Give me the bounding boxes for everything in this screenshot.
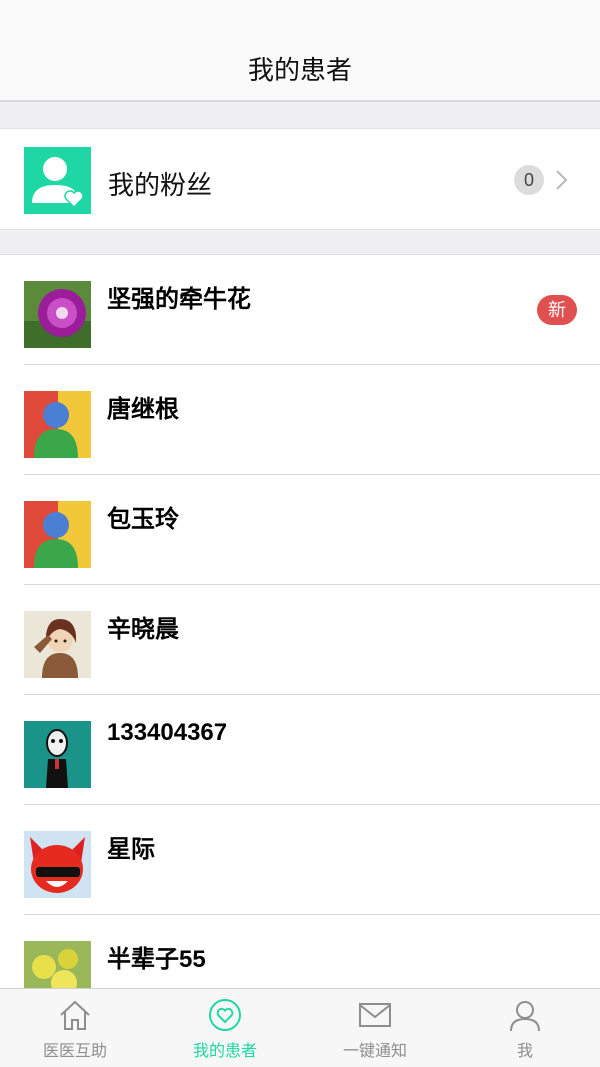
tab-me[interactable]: 我	[450, 989, 600, 1067]
default-user-avatar-icon	[24, 501, 91, 568]
red-fox-avatar-icon	[24, 831, 91, 898]
patient-row[interactable]: 坚强的牵牛花 新	[0, 255, 600, 365]
person-icon	[510, 1001, 540, 1032]
chevron-right-icon	[556, 170, 568, 190]
patient-row[interactable]: 星际	[0, 805, 600, 915]
patient-name: 辛晓晨	[107, 616, 179, 643]
tab-label: 一键通知	[342, 1043, 407, 1060]
fans-count-badge: 0	[514, 165, 544, 195]
yellow-flowers-photo-icon	[24, 941, 91, 988]
patient-name: 唐继根	[107, 396, 179, 423]
navigation-bar: 我的患者	[0, 0, 600, 102]
fans-icon	[24, 147, 91, 214]
default-user-avatar-icon	[24, 391, 91, 458]
tab-one-click-notify[interactable]: 一键通知	[300, 989, 450, 1067]
page-title: 我的患者	[247, 55, 352, 85]
patient-row[interactable]: 包玉玲	[0, 475, 600, 585]
heart-circle-icon	[209, 999, 241, 1031]
tab-label: 我的患者	[192, 1043, 257, 1060]
patient-row[interactable]: 辛晓晨	[0, 585, 600, 695]
patient-name: 坚强的牵牛花	[107, 286, 251, 313]
patient-name: 半辈子55	[107, 946, 206, 973]
tab-my-patients[interactable]: 我的患者	[150, 989, 300, 1067]
patient-row[interactable]: 唐继根	[0, 365, 600, 475]
patient-list[interactable]: 坚强的牵牛花 新 唐继根 包玉玲 辛晓晨 133404367 星际 半辈子55	[0, 254, 600, 988]
home-icon	[60, 1000, 90, 1030]
patient-name: 133404367	[107, 719, 228, 746]
tab-label: 我	[516, 1043, 533, 1060]
new-badge: 新	[537, 295, 577, 325]
tab-label: 医医互助	[42, 1043, 107, 1060]
tab-doctor-mutual-aid[interactable]: 医医互助	[0, 989, 150, 1067]
patient-row[interactable]: 半辈子55	[0, 915, 600, 988]
masked-character-avatar-icon	[24, 721, 91, 788]
tab-bar: 医医互助 我的患者 一键通知 我	[0, 988, 600, 1067]
my-fans-row[interactable]: 我的粉丝 0	[0, 128, 600, 230]
patient-name: 星际	[107, 836, 155, 863]
patient-row[interactable]: 133404367	[0, 695, 600, 805]
envelope-icon	[359, 1003, 391, 1027]
morning-glory-photo-icon	[24, 281, 91, 348]
saluting-soldier-avatar-icon	[24, 611, 91, 678]
patient-name: 包玉玲	[107, 506, 179, 533]
fans-label: 我的粉丝	[108, 170, 213, 200]
